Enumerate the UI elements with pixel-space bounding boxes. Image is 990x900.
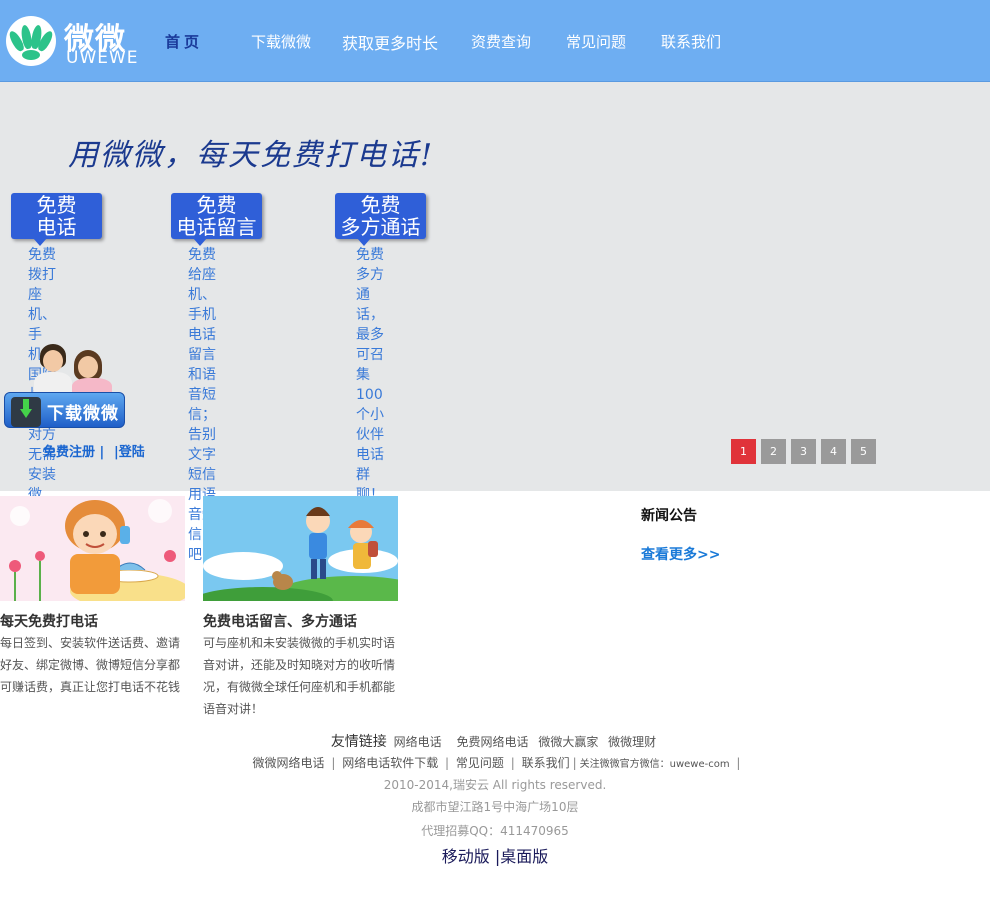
news-title: 新闻公告: [641, 508, 697, 524]
card-text: 每日签到、安装软件送话费、邀请 好友、绑定微博、微博短信分享都 可赚话费，真正让…: [0, 636, 181, 694]
nav-item-home[interactable]: 首页: [165, 31, 203, 52]
nav-item-pricing[interactable]: 资费查询: [471, 31, 531, 52]
site-logo[interactable]: 微微 UWEWE: [6, 12, 139, 68]
feature-tag-line2: 电话留言: [176, 215, 257, 239]
friend-link[interactable]: 网络电话: [394, 735, 442, 749]
mobile-version-link[interactable]: 移动版: [442, 847, 490, 866]
friend-links: 友情链接 网络电话 免费网络电话 微微大赢家 微微理财: [0, 731, 990, 751]
login-label: 登陆: [118, 445, 145, 460]
footer-link[interactable]: 网络电话软件下载: [342, 756, 438, 770]
pager-item[interactable]: 1: [731, 439, 756, 464]
agent-qq: 代理招募QQ：411470965: [421, 824, 569, 838]
card-title: 免费电话留言、多方通话: [203, 614, 357, 630]
friend-link[interactable]: 微微大赢家: [538, 735, 598, 749]
nav-item-faq[interactable]: 常见问题: [566, 31, 626, 52]
login-link[interactable]: |登陆: [114, 441, 145, 460]
nav-item-get-more-time[interactable]: 获取更多时长: [342, 30, 438, 54]
pager-item[interactable]: 5: [851, 439, 876, 464]
site-header: 微微 UWEWE 首页 下载微微 获取更多时长 资费查询 常见问题 联系我们: [0, 0, 990, 82]
version-switch: 移动版 |桌面版: [441, 847, 549, 866]
feature-tag: 免费 电话留言: [171, 193, 262, 246]
footer-link[interactable]: 常见问题: [456, 756, 504, 770]
pager-item[interactable]: 2: [761, 439, 786, 464]
nav-item-contact[interactable]: 联系我们: [661, 31, 721, 52]
feature-tag: 免费 多方通话: [335, 193, 426, 246]
feature-tag-line1: 免费: [36, 193, 77, 217]
footer-link[interactable]: 关注微微官方微信：uwewe-com: [580, 759, 730, 770]
logo-text-en: UWEWE: [66, 48, 139, 68]
card-text: 可与座机和未安装微微的手机实时语 音对讲，还能及时知晓对方的收听情 况，有微微全…: [203, 636, 396, 716]
friend-links-label: 友情链接: [330, 734, 387, 750]
pager-item[interactable]: 4: [821, 439, 846, 464]
feature-tag-line1: 免费: [196, 193, 237, 217]
news-more-link[interactable]: 查看更多>>: [641, 544, 720, 564]
card-image-girl-phone[interactable]: [0, 496, 185, 601]
desktop-version-link[interactable]: 桌面版: [500, 847, 548, 866]
banner-slide: 用微微，每天免费打电话! 免费 电话 免费拨打座机、 手机、国际长途， 对方无需…: [0, 82, 990, 563]
feature-tag-line2: 多方通话: [340, 215, 421, 239]
card-title: 每天免费打电话: [0, 614, 98, 630]
card-image-kids-hiking[interactable]: [203, 496, 398, 601]
couple-photo: [30, 344, 118, 398]
banner-slogan: 用微微，每天免费打电话!: [68, 138, 435, 173]
footer-nav: 微微网络电话 | 网络电话软件下载 | 常见问题 | 联系我们 | 关注微微官方微信…: [252, 756, 741, 770]
download-button[interactable]: 下载微微: [4, 392, 125, 428]
copyright: 2010-2014,瑞安云 All rights reserved.: [383, 778, 607, 792]
footer-link[interactable]: 联系我们: [522, 756, 570, 770]
pager-item[interactable]: 3: [791, 439, 816, 464]
address: 成都市望江路1号中海广场10层: [411, 800, 579, 814]
register-link[interactable]: 免费注册 |: [43, 441, 104, 460]
feature-tag-line1: 免费: [360, 193, 401, 217]
download-button-label: 下载微微: [47, 404, 119, 424]
download-arrow-icon: [11, 397, 41, 427]
feature-tag: 免费 电话: [11, 193, 102, 246]
logo-icon: [6, 16, 56, 66]
nav-item-download[interactable]: 下载微微: [251, 31, 311, 52]
feature-description: 免费多方通话， 最多可召集100个小伙伴 电话群聊！: [356, 247, 384, 503]
footer-link[interactable]: 微微网络电话: [253, 756, 325, 770]
friend-link[interactable]: 微微理财: [608, 735, 656, 749]
register-label: 免费注册: [43, 445, 96, 460]
feature-tag-line2: 电话: [36, 215, 77, 239]
friend-link[interactable]: 免费网络电话: [456, 735, 528, 749]
